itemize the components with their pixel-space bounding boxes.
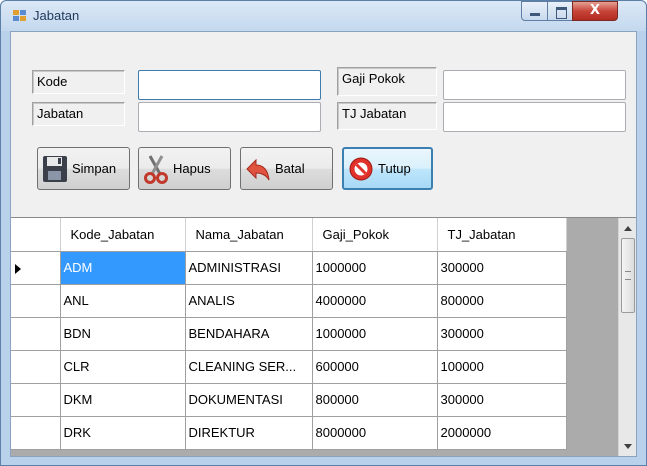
grid-cell[interactable]: 300000 xyxy=(437,317,567,351)
grid-header-row: Kode_Jabatan Nama_Jabatan Gaji_Pokok TJ_… xyxy=(11,218,567,252)
grid-table: Kode_Jabatan Nama_Jabatan Gaji_Pokok TJ_… xyxy=(11,218,567,450)
table-row[interactable]: DRK DIREKTUR 8000000 2000000 xyxy=(11,416,567,450)
grid-cell[interactable]: 300000 xyxy=(437,251,567,285)
gaji-pokok-input[interactable] xyxy=(443,70,626,100)
form-icon xyxy=(13,10,27,22)
undo-arrow-icon xyxy=(245,154,271,184)
batal-button[interactable]: Batal xyxy=(240,147,333,190)
kode-label: Kode xyxy=(32,70,125,94)
grid-cell[interactable]: CLR xyxy=(60,350,186,384)
row-header[interactable] xyxy=(11,350,61,384)
grid-cell[interactable]: 300000 xyxy=(437,383,567,417)
tutup-button[interactable]: Tutup xyxy=(342,147,433,190)
hapus-label: Hapus xyxy=(173,161,211,176)
row-header[interactable] xyxy=(11,317,61,351)
grid-cell[interactable]: 8000000 xyxy=(312,416,438,450)
table-row[interactable]: ANL ANALIS 4000000 800000 xyxy=(11,284,567,318)
scissors-icon xyxy=(143,154,169,184)
grid-cell[interactable]: BENDAHARA xyxy=(185,317,313,351)
scroll-up-arrow-icon[interactable] xyxy=(624,226,632,231)
jabatan-input[interactable] xyxy=(138,102,321,132)
grid-cell[interactable]: 1000000 xyxy=(312,251,438,285)
column-header[interactable]: Gaji_Pokok xyxy=(312,218,438,252)
app-window: Jabatan X Kode Jabatan Gaji Pokok TJ Jab… xyxy=(0,0,647,466)
close-icon: X xyxy=(589,3,601,18)
hapus-button[interactable]: Hapus xyxy=(138,147,231,190)
row-header[interactable] xyxy=(11,383,61,417)
table-row[interactable]: DKM DOKUMENTASI 800000 300000 xyxy=(11,383,567,417)
row-header-corner xyxy=(11,218,61,252)
maximize-button[interactable] xyxy=(547,1,573,21)
minimize-button[interactable] xyxy=(521,1,548,21)
gaji-pokok-label: Gaji Pokok xyxy=(337,67,437,96)
title-bar[interactable]: Jabatan X xyxy=(1,1,646,31)
grid-cell[interactable]: CLEANING SER... xyxy=(185,350,313,384)
scroll-down-arrow-icon[interactable] xyxy=(624,444,632,449)
window-title: Jabatan xyxy=(33,8,80,23)
simpan-button[interactable]: Simpan xyxy=(37,147,130,190)
grid-cell[interactable]: 1000000 xyxy=(312,317,438,351)
table-row[interactable]: CLR CLEANING SER... 600000 100000 xyxy=(11,350,567,384)
grid-cell[interactable]: DRK xyxy=(60,416,186,450)
grid-cell[interactable]: ADMINISTRASI xyxy=(185,251,313,285)
grid-cell[interactable]: 800000 xyxy=(437,284,567,318)
kode-input[interactable] xyxy=(138,70,321,100)
row-header[interactable] xyxy=(11,416,61,450)
floppy-disk-icon xyxy=(42,154,68,184)
grid-cell[interactable]: 4000000 xyxy=(312,284,438,318)
jabatan-data-grid[interactable]: Kode_Jabatan Nama_Jabatan Gaji_Pokok TJ_… xyxy=(11,217,636,456)
grid-cell[interactable]: 100000 xyxy=(437,350,567,384)
grid-cell[interactable]: DOKUMENTASI xyxy=(185,383,313,417)
tj-jabatan-input[interactable] xyxy=(443,102,626,132)
grid-cell[interactable]: ADM xyxy=(60,251,186,285)
column-header[interactable]: Nama_Jabatan xyxy=(185,218,313,252)
column-header[interactable]: Kode_Jabatan xyxy=(60,218,186,252)
jabatan-label: Jabatan xyxy=(32,102,125,126)
column-header[interactable]: TJ_Jabatan xyxy=(437,218,567,252)
tutup-label: Tutup xyxy=(378,161,411,176)
grid-cell[interactable]: BDN xyxy=(60,317,186,351)
form-client-area: Kode Jabatan Gaji Pokok TJ Jabatan Simpa… xyxy=(10,31,637,457)
grid-cell[interactable]: ANALIS xyxy=(185,284,313,318)
grid-cell[interactable]: DIREKTUR xyxy=(185,416,313,450)
current-row-arrow-icon xyxy=(15,263,21,274)
tj-jabatan-label: TJ Jabatan xyxy=(337,102,437,130)
stop-sign-icon xyxy=(348,154,374,184)
grid-cell[interactable]: 800000 xyxy=(312,383,438,417)
row-header[interactable] xyxy=(11,251,61,285)
batal-label: Batal xyxy=(275,161,305,176)
table-row[interactable]: ADM ADMINISTRASI 1000000 300000 xyxy=(11,251,567,285)
grid-cell[interactable]: DKM xyxy=(60,383,186,417)
table-row[interactable]: BDN BENDAHARA 1000000 300000 xyxy=(11,317,567,351)
simpan-label: Simpan xyxy=(72,161,117,176)
grid-cell[interactable]: ANL xyxy=(60,284,186,318)
vertical-scrollbar[interactable] xyxy=(618,218,636,456)
grid-cell[interactable]: 600000 xyxy=(312,350,438,384)
scroll-thumb[interactable] xyxy=(621,238,635,313)
grid-cell[interactable]: 2000000 xyxy=(437,416,567,450)
close-button[interactable]: X xyxy=(572,1,618,21)
row-header[interactable] xyxy=(11,284,61,318)
